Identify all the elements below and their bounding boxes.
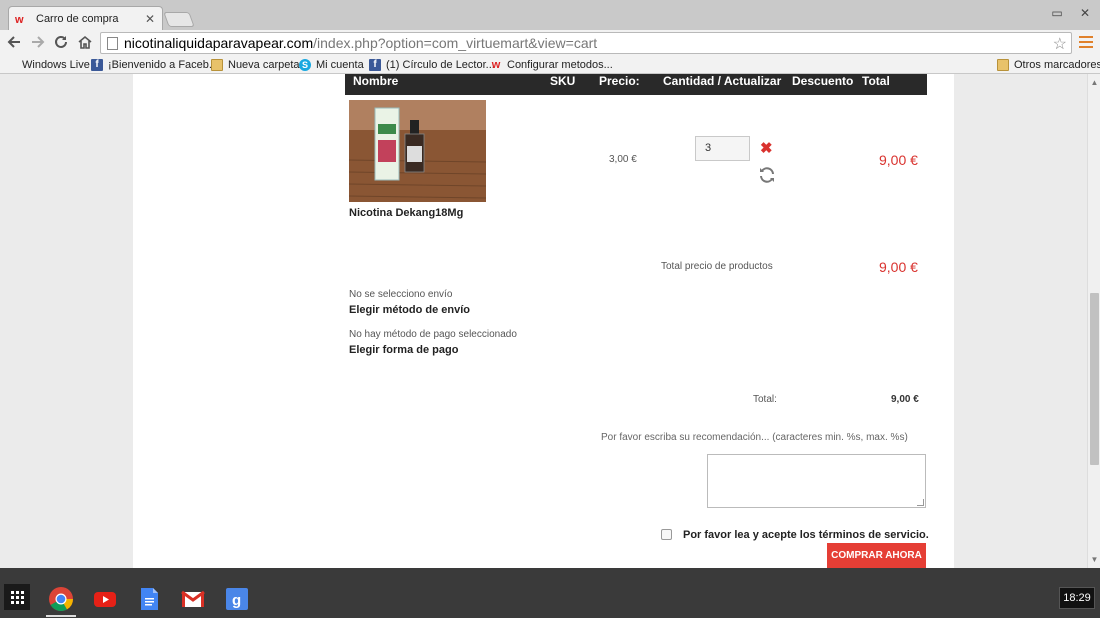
column-price: Precio:: [599, 74, 640, 88]
window-close-icon[interactable]: ✕: [1078, 6, 1092, 20]
bookmark-otros-marcadores[interactable]: Otros marcadores: [997, 57, 1100, 73]
gmail-icon[interactable]: [180, 586, 206, 612]
column-total: Total: [862, 74, 890, 88]
bookmark-facebook[interactable]: f ¡Bienvenido a Faceb...: [91, 57, 218, 73]
cart-table-header: Nombre SKU Precio: Cantidad / Actualizar…: [345, 74, 927, 95]
checkout-button[interactable]: COMPRAR AHORA: [827, 543, 926, 568]
facebook-icon: f: [369, 59, 381, 71]
column-quantity: Cantidad / Actualizar: [663, 74, 782, 88]
home-icon[interactable]: [76, 34, 94, 52]
browser-toolbar: nicotinaliquidaparavapear.com/index.php?…: [0, 30, 1100, 56]
bookmark-mi-cuenta[interactable]: S Mi cuenta: [299, 57, 364, 73]
scrollbar-thumb[interactable]: [1090, 293, 1099, 465]
os-shelf: g 18:29: [0, 568, 1100, 618]
product-price: 3,00 €: [609, 154, 637, 165]
grand-total-label: Total:: [753, 394, 777, 405]
tos-checkbox[interactable]: [661, 529, 672, 540]
forward-icon[interactable]: [29, 34, 47, 52]
scroll-down-icon[interactable]: ▼: [1088, 554, 1100, 566]
address-bar[interactable]: nicotinaliquidaparavapear.com/index.php?…: [100, 32, 1072, 54]
comment-textarea[interactable]: [707, 454, 926, 508]
products-total-label: Total precio de productos: [661, 261, 773, 272]
tab-cart[interactable]: w Carro de compra ✕: [8, 6, 163, 30]
product-name[interactable]: Nicotina Dekang18Mg: [349, 207, 463, 219]
google-icon[interactable]: g: [224, 586, 250, 612]
tab-close-icon[interactable]: ✕: [144, 12, 156, 26]
system-clock[interactable]: 18:29: [1059, 587, 1095, 609]
svg-text:g: g: [232, 592, 241, 609]
column-name: Nombre: [353, 74, 399, 88]
shipping-status: No se selecciono envío: [349, 289, 453, 300]
site-favicon-icon: w: [15, 12, 29, 26]
youtube-icon[interactable]: [92, 586, 118, 612]
page-scrollbar[interactable]: ▲ ▼: [1087, 74, 1100, 568]
windows-icon: [5, 59, 17, 71]
folder-icon: [211, 59, 223, 71]
bookmark-circulo-lectores[interactable]: f (1) Círculo de Lector...: [369, 57, 495, 73]
folder-icon: [997, 59, 1009, 71]
product-image[interactable]: [349, 100, 486, 202]
facebook-icon: f: [91, 59, 103, 71]
skype-icon: S: [299, 59, 311, 71]
comment-label: Por favor escriba su recomendación... (c…: [601, 432, 908, 443]
url-text: nicotinaliquidaparavapear.com/index.php?…: [124, 35, 598, 51]
page-icon: [107, 36, 118, 50]
tab-title: Carro de compra: [36, 12, 119, 25]
browser-window: w Carro de compra ✕ ▭ ✕ nicotinaliquidap…: [0, 0, 1100, 618]
svg-text:w: w: [15, 14, 24, 25]
tab-strip: w Carro de compra ✕ ▭ ✕: [0, 0, 1100, 30]
column-discount: Descuento: [792, 74, 854, 88]
column-sku: SKU: [550, 74, 576, 88]
page-viewport: Nombre SKU Precio: Cantidad / Actualizar…: [0, 74, 1087, 568]
bookmark-folder-nueva-carpeta[interactable]: Nueva carpeta: [211, 57, 300, 73]
bookmark-star-icon[interactable]: ☆: [1053, 34, 1067, 54]
new-tab-button[interactable]: [163, 12, 195, 27]
bookmark-configurar-metodos[interactable]: w Configurar metodos...: [490, 57, 613, 73]
grand-total-value: 9,00 €: [891, 394, 919, 405]
chrome-menu-icon[interactable]: [1079, 36, 1093, 50]
tos-label[interactable]: Por favor lea y acepte los términos de s…: [683, 529, 929, 541]
update-quantity-icon[interactable]: [757, 165, 777, 185]
docs-icon[interactable]: [136, 586, 162, 612]
active-app-indicator: [46, 615, 76, 617]
products-total-value: 9,00 €: [879, 259, 918, 275]
app-launcher-icon[interactable]: [4, 584, 30, 610]
back-icon[interactable]: [5, 34, 23, 52]
bookmarks-bar: Windows Live f ¡Bienvenido a Faceb... Nu…: [0, 56, 1100, 74]
choose-payment-link[interactable]: Elegir forma de pago: [349, 344, 458, 356]
reload-icon[interactable]: [52, 34, 70, 52]
scroll-up-icon[interactable]: ▲: [1088, 77, 1100, 89]
chrome-icon[interactable]: [48, 586, 74, 612]
item-total: 9,00 €: [879, 152, 918, 168]
quantity-input[interactable]: 3: [695, 136, 750, 161]
remove-item-icon[interactable]: ✖: [760, 141, 773, 156]
choose-shipping-link[interactable]: Elegir método de envío: [349, 304, 470, 316]
payment-status: No hay método de pago seleccionado: [349, 329, 517, 340]
site-favicon-icon: w: [491, 59, 501, 71]
cart-page: Nombre SKU Precio: Cantidad / Actualizar…: [133, 74, 954, 568]
bookmark-windows-live[interactable]: Windows Live: [5, 57, 90, 73]
minimize-icon[interactable]: ▭: [1050, 6, 1064, 20]
